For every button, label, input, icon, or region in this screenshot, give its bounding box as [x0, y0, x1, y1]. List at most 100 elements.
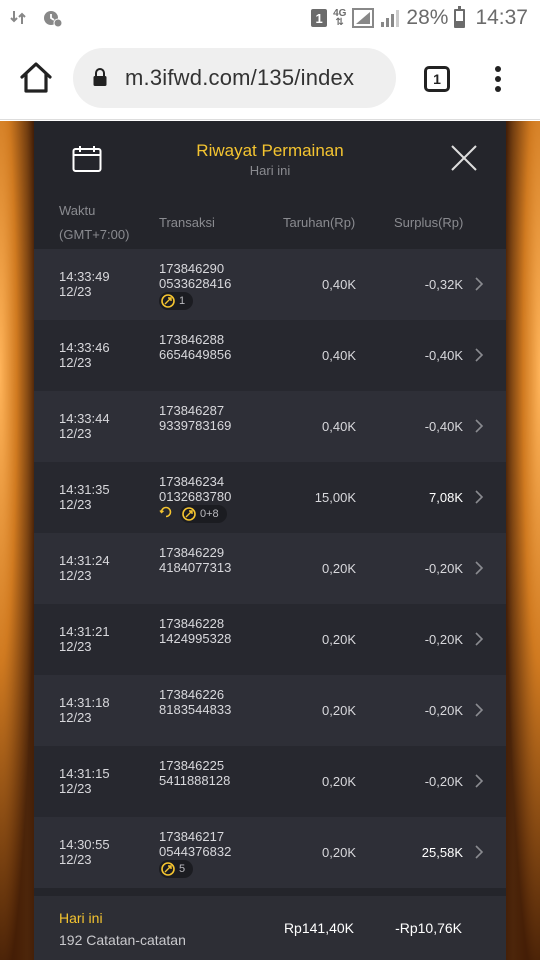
- row-transaction-id: 173846290: [159, 261, 225, 276]
- data-transfer-icon: [10, 11, 26, 24]
- more-vert-icon[interactable]: [490, 66, 506, 92]
- row-transaction: 173846225 5411888128: [159, 758, 230, 788]
- header-transaction: Transaksi: [159, 215, 215, 230]
- row-transaction-id-suffix: 0132683780: [159, 489, 232, 504]
- background-glow-right: [506, 121, 540, 960]
- row-bet: 0,20K: [322, 561, 356, 576]
- lock-icon[interactable]: [93, 68, 107, 86]
- row-time: 14:33:49 12/23: [59, 269, 110, 299]
- row-bet: 0,20K: [322, 774, 356, 789]
- row-time-value: 14:31:15: [59, 766, 110, 781]
- network-label: 4G: [333, 8, 347, 19]
- free-spin-icon: [182, 507, 196, 521]
- row-surplus: -0,20K: [424, 561, 463, 576]
- chevron-right-icon[interactable]: [474, 489, 484, 505]
- row-time-value: 14:33:49: [59, 269, 110, 284]
- row-bet: 0,20K: [322, 632, 356, 647]
- row-transaction-id: 173846229: [159, 545, 225, 560]
- row-time: 14:30:55 12/23: [59, 837, 110, 867]
- browser-toolbar: m.3ifwd.com/135/index 1: [0, 38, 540, 120]
- tab-switcher-button[interactable]: 1: [424, 66, 450, 92]
- chevron-right-icon[interactable]: [474, 347, 484, 363]
- address-bar[interactable]: m.3ifwd.com/135/index: [73, 48, 396, 108]
- footer-period: Hari ini: [59, 910, 103, 926]
- history-row[interactable]: 14:30:55 12/23 173846217 0544376832 5 0,20K 25…: [34, 817, 506, 888]
- panel-title: Riwayat Permainan: [196, 141, 344, 160]
- home-icon[interactable]: [18, 60, 54, 96]
- row-transaction-id-suffix: 0533628416: [159, 276, 232, 291]
- row-date: 12/23: [59, 355, 92, 370]
- summary-footer: Hari ini 192 Catatan-catatan Rp141,40K -…: [34, 896, 506, 960]
- footer-total-bet: Rp141,40K: [283, 920, 354, 936]
- row-time: 14:31:15 12/23: [59, 766, 110, 796]
- row-surplus: -0,20K: [424, 632, 463, 647]
- row-transaction-id-suffix: 0544376832: [159, 844, 232, 859]
- row-time-value: 14:33:46: [59, 340, 110, 355]
- header-surplus: Surplus(Rp): [394, 215, 464, 230]
- history-row[interactable]: 14:31:24 12/23 173846229 4184077313 0,20K -0,…: [34, 533, 506, 604]
- row-surplus: -0,40K: [424, 348, 463, 363]
- row-transaction-id: 173846288: [159, 332, 225, 347]
- battery-fill: [456, 21, 464, 26]
- menu-dot: [495, 76, 501, 82]
- row-transaction: 173846290 0533628416: [159, 261, 231, 291]
- row-time-value: 14:31:18: [59, 695, 110, 710]
- status-time: 14:37: [475, 6, 528, 29]
- row-surplus: -0,20K: [424, 703, 463, 718]
- row-date: 12/23: [59, 639, 92, 654]
- column-headers: Waktu (GMT+7:00) Transaksi Taruhan(Rp) S…: [34, 201, 506, 249]
- row-time: 14:31:18 12/23: [59, 695, 110, 725]
- chevron-right-icon[interactable]: [474, 418, 484, 434]
- header-bet: Taruhan(Rp): [283, 215, 356, 230]
- row-transaction-id-suffix: 5411888128: [159, 773, 231, 788]
- row-respin-badge: [159, 505, 173, 524]
- status-left-icons: [10, 8, 62, 28]
- row-bet: 0,40K: [322, 277, 356, 292]
- row-date: 12/23: [59, 497, 92, 512]
- row-time-value: 14:31:21: [59, 624, 110, 639]
- close-icon[interactable]: [450, 144, 478, 172]
- row-badge-count: 5: [179, 863, 186, 875]
- row-date: 12/23: [59, 710, 92, 725]
- row-badge-count: 0+8: [200, 508, 219, 520]
- history-row[interactable]: 14:31:15 12/23 173846225 5411888128 0,20K -0,…: [34, 746, 506, 817]
- menu-dot: [495, 86, 501, 92]
- row-time: 14:31:24 12/23: [59, 553, 110, 583]
- chevron-right-icon[interactable]: [474, 631, 484, 647]
- history-row[interactable]: 14:31:21 12/23 173846228 1424995328 0,20K -0,…: [34, 604, 506, 675]
- footer-record-count: 192 Catatan-catatan: [59, 932, 186, 948]
- clock-alert-icon: [44, 11, 62, 28]
- history-row[interactable]: 14:33:44 12/23 173846287 9339783169 0,40K -0,…: [34, 391, 506, 462]
- chevron-right-icon[interactable]: [474, 276, 484, 292]
- battery-percent: 28%: [406, 6, 449, 29]
- row-badge: 0+8: [180, 505, 227, 523]
- row-transaction: 173846288 6654649856: [159, 332, 231, 362]
- row-time: 14:33:46 12/23: [59, 340, 110, 370]
- row-badge: 5: [159, 860, 194, 878]
- panel-subtitle: Hari ini: [249, 163, 291, 178]
- history-row[interactable]: 14:33:46 12/23 173846288 6654649856 0,40K -0,…: [34, 320, 506, 391]
- status-right-icons: 1 4G ⇅ 28% 14:37: [311, 5, 528, 30]
- row-date: 12/23: [59, 781, 92, 796]
- row-time-value: 14:30:55: [59, 837, 110, 852]
- menu-dot: [495, 66, 501, 72]
- chevron-right-icon[interactable]: [474, 844, 484, 860]
- network-type-icon: 4G ⇅: [333, 8, 347, 28]
- history-row[interactable]: 14:31:35 12/23 173846234 0132683780 0+8 15,00…: [34, 462, 506, 533]
- chevron-right-icon[interactable]: [474, 773, 484, 789]
- row-surplus: -0,20K: [424, 774, 463, 789]
- chevron-right-icon[interactable]: [474, 560, 484, 576]
- row-surplus: 7,08K: [429, 490, 463, 505]
- row-transaction-id-suffix: 6654649856: [159, 347, 232, 362]
- row-transaction-id: 173846226: [159, 687, 225, 702]
- row-date: 12/23: [59, 852, 92, 867]
- row-transaction-id: 173846217: [159, 829, 225, 844]
- free-spin-icon: [161, 862, 175, 876]
- free-spin-icon: [161, 294, 175, 308]
- url-text[interactable]: m.3ifwd.com/135/index: [125, 65, 354, 91]
- history-row[interactable]: 14:33:49 12/23 173846290 0533628416 1 0,40K -0…: [34, 249, 506, 320]
- history-row[interactable]: 14:31:18 12/23 173846226 8183544833 0,20K -0,…: [34, 675, 506, 746]
- row-surplus: -0,40K: [424, 419, 463, 434]
- chevron-right-icon[interactable]: [474, 702, 484, 718]
- row-bet: 15,00K: [314, 490, 356, 505]
